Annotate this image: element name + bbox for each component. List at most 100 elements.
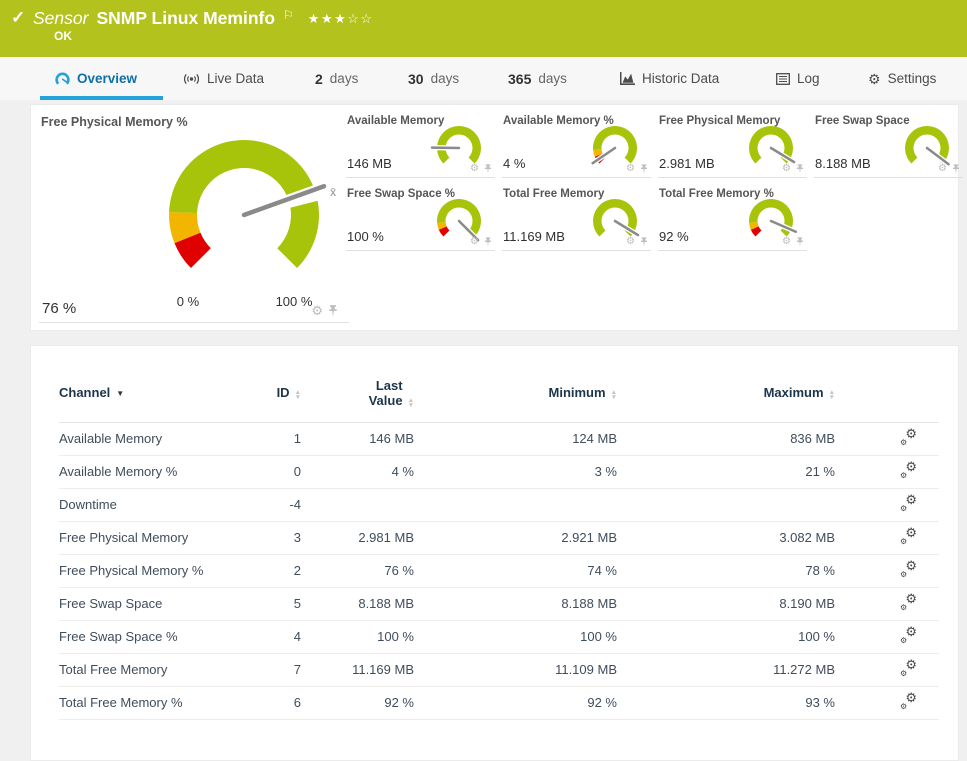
pin-icon[interactable] xyxy=(484,237,492,247)
cell-max: 78 % xyxy=(617,554,835,588)
tab-settings[interactable]: ⚙ Settings xyxy=(868,57,936,100)
mini-gauge-panel: Available Memory % 4 % ⚙ xyxy=(502,113,651,178)
edit-channel-icon[interactable]: ⚙ ⚙ xyxy=(900,592,917,612)
cell-actions: ⚙ ⚙ xyxy=(835,653,939,687)
table-row[interactable]: Free Physical Memory 3 2.981 MB 2.921 MB 3.0… xyxy=(59,521,939,555)
pin-icon[interactable] xyxy=(796,237,804,247)
rating-stars[interactable]: ★★★☆☆ xyxy=(308,8,374,30)
gauge-value: 11.169 MB xyxy=(503,229,565,244)
cell-actions: ⚙ ⚙ xyxy=(835,455,939,489)
gear-icon[interactable]: ⚙ xyxy=(470,237,479,247)
cell-actions: ⚙ ⚙ xyxy=(835,422,939,456)
tab-log[interactable]: Log xyxy=(776,57,820,100)
gear-icon[interactable]: ⚙ xyxy=(311,304,323,317)
gauge-value: 100 % xyxy=(347,229,384,244)
cell-actions: ⚙ ⚙ xyxy=(835,488,939,522)
cell-min xyxy=(414,488,617,522)
tab-365-days[interactable]: 365 days xyxy=(508,57,567,100)
main-gauge-panel: Free Physical Memory % x̄ 0 % 100 % 76 %… xyxy=(39,110,349,323)
pin-icon[interactable] xyxy=(796,164,804,174)
mini-gauge-panel: Free Swap Space % 100 % ⚙ xyxy=(346,186,495,251)
overview-gauges-card: Free Physical Memory % x̄ 0 % 100 % 76 %… xyxy=(30,104,963,331)
edit-channel-icon[interactable]: ⚙ ⚙ xyxy=(900,625,917,645)
active-tab-underline xyxy=(40,96,163,100)
cell-last: 146 MB xyxy=(301,422,414,456)
gauge-title: Free Swap Space xyxy=(815,115,910,127)
edit-channel-icon[interactable]: ⚙ ⚙ xyxy=(900,493,917,513)
table-row[interactable]: Total Free Memory 7 11.169 MB 11.109 MB 11.2… xyxy=(59,653,939,687)
flag-icon[interactable]: ⚐ xyxy=(283,4,294,26)
object-kind-label: Sensor xyxy=(33,8,89,28)
gear-icon[interactable]: ⚙ xyxy=(626,237,635,247)
gear-icon[interactable]: ⚙ xyxy=(782,164,791,174)
cell-last: 100 % xyxy=(301,620,414,654)
pin-icon[interactable] xyxy=(640,237,648,247)
table-row[interactable]: Downtime -4 ⚙ ⚙ xyxy=(59,488,939,522)
mini-gauge-panel: Total Free Memory 11.169 MB ⚙ xyxy=(502,186,651,251)
edit-channel-icon[interactable]: ⚙ ⚙ xyxy=(900,691,917,711)
sort-desc-icon: ▼ xyxy=(116,389,125,399)
gear-icon[interactable]: ⚙ xyxy=(938,164,947,174)
pin-icon[interactable] xyxy=(640,164,648,174)
tab-live-data[interactable]: Live Data xyxy=(183,57,264,100)
cell-max: 21 % xyxy=(617,455,835,489)
cell-max xyxy=(617,488,835,522)
table-row[interactable]: Free Swap Space % 4 100 % 100 % 100 % ⚙ ⚙ xyxy=(59,620,939,654)
table-row[interactable]: Available Memory % 0 4 % 3 % 21 % ⚙ ⚙ xyxy=(59,455,939,489)
channel-table: Channel ▼ ID ▲ ▼ Last Value ▲ ▼ Minimum ▲ ▼ Max… xyxy=(59,346,939,720)
cell-actions: ⚙ ⚙ xyxy=(835,554,939,588)
gauge-scale-min: 0 % xyxy=(176,294,200,309)
table-header-row: Channel ▼ ID ▲ ▼ Last Value ▲ ▼ Minimum ▲ ▼ Max… xyxy=(59,346,939,423)
column-header-minimum[interactable]: Minimum ▲ ▼ xyxy=(414,346,617,423)
edit-channel-icon[interactable]: ⚙ ⚙ xyxy=(900,559,917,579)
pin-icon[interactable] xyxy=(952,164,960,174)
gauge-value: 92 % xyxy=(659,229,689,244)
cell-last: 92 % xyxy=(301,686,414,720)
table-row[interactable]: Available Memory 1 146 MB 124 MB 836 MB ⚙ ⚙ xyxy=(59,422,939,456)
tab-overview[interactable]: Overview xyxy=(55,57,137,100)
edit-channel-icon[interactable]: ⚙ ⚙ xyxy=(900,427,917,447)
log-icon xyxy=(776,72,790,85)
cell-last: 11.169 MB xyxy=(301,653,414,687)
table-row[interactable]: Free Physical Memory % 2 76 % 74 % 78 % ⚙ ⚙ xyxy=(59,554,939,588)
live-data-icon xyxy=(184,73,199,84)
cell-max: 3.082 MB xyxy=(617,521,835,555)
column-header-id[interactable]: ID ▲ ▼ xyxy=(219,346,301,423)
gear-icon[interactable]: ⚙ xyxy=(470,164,479,174)
gauge-value: 146 MB xyxy=(347,156,392,171)
status-badge: OK xyxy=(54,29,72,43)
table-row[interactable]: Free Swap Space 5 8.188 MB 8.188 MB 8.190 MB… xyxy=(59,587,939,621)
gauge-value: 8.188 MB xyxy=(815,156,871,171)
tab-30-days[interactable]: 30 days xyxy=(408,57,459,100)
edit-channel-icon[interactable]: ⚙ ⚙ xyxy=(900,460,917,480)
cell-max: 836 MB xyxy=(617,422,835,456)
tab-2-days[interactable]: 2 days xyxy=(315,57,358,100)
column-header-maximum[interactable]: Maximum ▲ ▼ xyxy=(617,346,835,423)
gear-icon[interactable]: ⚙ xyxy=(782,237,791,247)
settings-gear-icon: ⚙ xyxy=(868,70,881,87)
channel-table-card: Channel ▼ ID ▲ ▼ Last Value ▲ ▼ Minimum ▲ ▼ Max… xyxy=(30,345,959,761)
edit-channel-icon[interactable]: ⚙ ⚙ xyxy=(900,526,917,546)
cell-last: 2.981 MB xyxy=(301,521,414,555)
column-header-last-value[interactable]: Last Value ▲ ▼ xyxy=(301,346,414,423)
cell-id: 1 xyxy=(219,422,301,456)
cell-min: 74 % xyxy=(414,554,617,588)
edit-channel-icon[interactable]: ⚙ ⚙ xyxy=(900,658,917,678)
cell-actions: ⚙ ⚙ xyxy=(835,686,939,720)
cell-max: 93 % xyxy=(617,686,835,720)
column-header-channel[interactable]: Channel ▼ xyxy=(59,346,219,423)
tab-historic-data[interactable]: Historic Data xyxy=(620,57,719,100)
cell-id: -4 xyxy=(219,488,301,522)
cell-min: 3 % xyxy=(414,455,617,489)
column-header-actions xyxy=(835,346,939,423)
gear-icon[interactable]: ⚙ xyxy=(626,164,635,174)
cell-channel: Free Physical Memory xyxy=(59,521,219,555)
mini-gauge-panel: Available Memory 146 MB ⚙ xyxy=(346,113,495,178)
cell-id: 4 xyxy=(219,620,301,654)
pin-icon[interactable] xyxy=(328,304,338,317)
cell-min: 124 MB xyxy=(414,422,617,456)
pin-icon[interactable] xyxy=(484,164,492,174)
cell-id: 3 xyxy=(219,521,301,555)
svg-text:x̄: x̄ xyxy=(330,185,336,199)
table-row[interactable]: Total Free Memory % 6 92 % 92 % 93 % ⚙ ⚙ xyxy=(59,686,939,720)
